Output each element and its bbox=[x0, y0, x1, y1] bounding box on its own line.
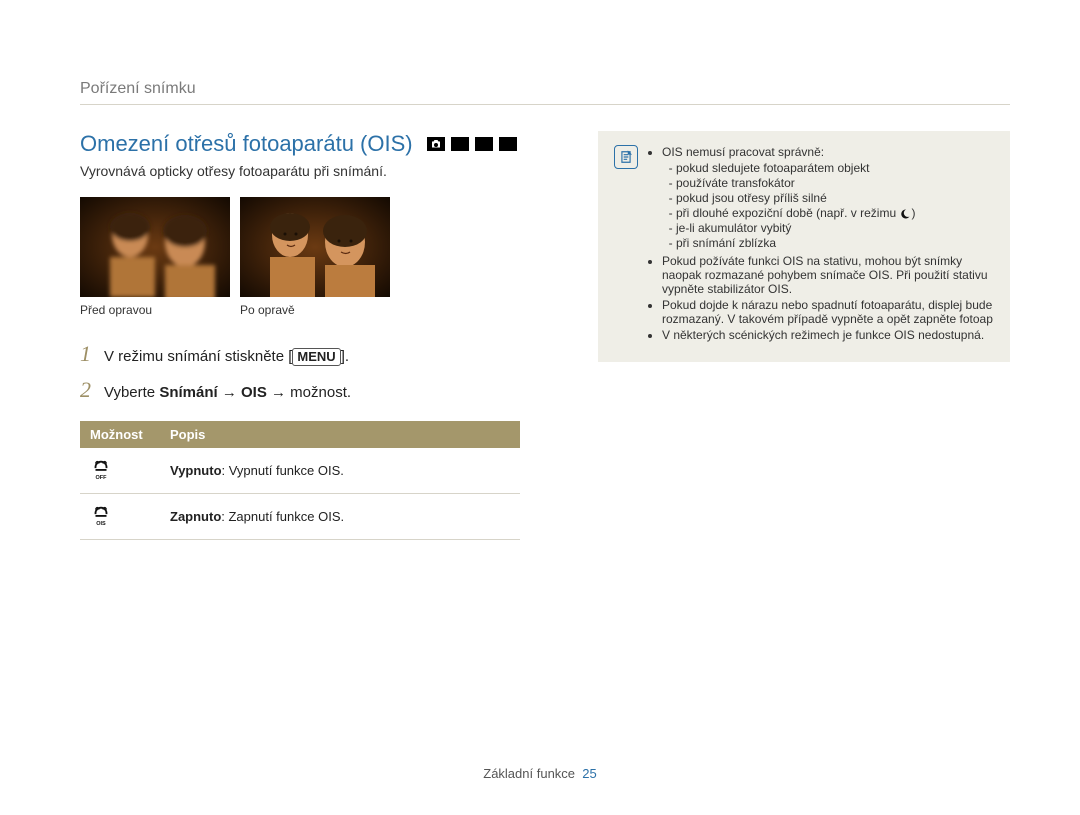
mode-icon bbox=[451, 137, 469, 151]
step-1-text: V režimu snímání stiskněte [MENU]. bbox=[104, 348, 349, 366]
option-off-desc: Vypnuto: Vypnutí funkce OIS. bbox=[160, 448, 520, 494]
step-number: 1 bbox=[80, 341, 92, 367]
night-mode-icon bbox=[899, 208, 911, 220]
mode-icon bbox=[475, 137, 493, 151]
table-row: OFF Vypnuto: Vypnutí funkce OIS. bbox=[80, 448, 520, 494]
note-sub-item: používáte transfokátor bbox=[676, 176, 994, 190]
option-on-desc: Zapnuto: Zapnutí funkce OIS. bbox=[160, 494, 520, 540]
note-item: Pokud požíváte funkci OIS na stativu, mo… bbox=[662, 254, 994, 296]
note-item: V některých scénických režimech je funkc… bbox=[662, 328, 994, 342]
step-2-text: Vyberte Snímání → OIS → možnost. bbox=[104, 384, 351, 401]
note-sub-item: při snímání zblízka bbox=[676, 236, 994, 250]
options-table: Možnost Popis OFF Vypnuto: Vypnutí funkc… bbox=[80, 421, 520, 540]
breadcrumb: Pořízení snímku bbox=[80, 80, 1010, 105]
th-option: Možnost bbox=[80, 421, 160, 448]
comparison-photos bbox=[80, 197, 520, 297]
note-sub-item: je-li akumulátor vybitý bbox=[676, 221, 994, 235]
note-sub-item: pokud sledujete fotoaparátem objekt bbox=[676, 161, 994, 175]
camera-icon bbox=[427, 137, 445, 151]
note-icon bbox=[614, 145, 638, 169]
page-footer: Základní funkce 25 bbox=[0, 766, 1080, 781]
note-box: OIS nemusí pracovat správně: pokud sledu… bbox=[598, 131, 1010, 362]
svg-text:OIS: OIS bbox=[96, 521, 106, 526]
note-sub-item: pokud jsou otřesy příliš silné bbox=[676, 191, 994, 205]
mode-icons-group bbox=[427, 137, 517, 151]
ois-on-icon: OIS bbox=[90, 504, 112, 526]
note-item: Pokud dojde k nárazu nebo spadnutí fotoa… bbox=[662, 298, 994, 326]
table-row: OIS Zapnuto: Zapnutí funkce OIS. bbox=[80, 494, 520, 540]
th-description: Popis bbox=[160, 421, 520, 448]
menu-button-chip: MENU bbox=[292, 348, 340, 366]
mode-icon bbox=[499, 137, 517, 151]
section-heading: Omezení otřesů fotoaparátu (OIS) bbox=[80, 131, 413, 157]
photo-after bbox=[240, 197, 390, 297]
note-sub-item: při dlouhé expoziční době (např. v režim… bbox=[676, 206, 994, 220]
intro-text: Vyrovnává opticky otřesy fotoaparátu při… bbox=[80, 163, 520, 179]
photo-before bbox=[80, 197, 230, 297]
caption-after: Po opravě bbox=[240, 303, 390, 317]
ois-off-icon: OFF bbox=[90, 458, 112, 480]
svg-text:OFF: OFF bbox=[96, 475, 108, 480]
caption-before: Před opravou bbox=[80, 303, 230, 317]
step-number: 2 bbox=[80, 377, 92, 403]
note-item: OIS nemusí pracovat správně: bbox=[662, 145, 824, 159]
